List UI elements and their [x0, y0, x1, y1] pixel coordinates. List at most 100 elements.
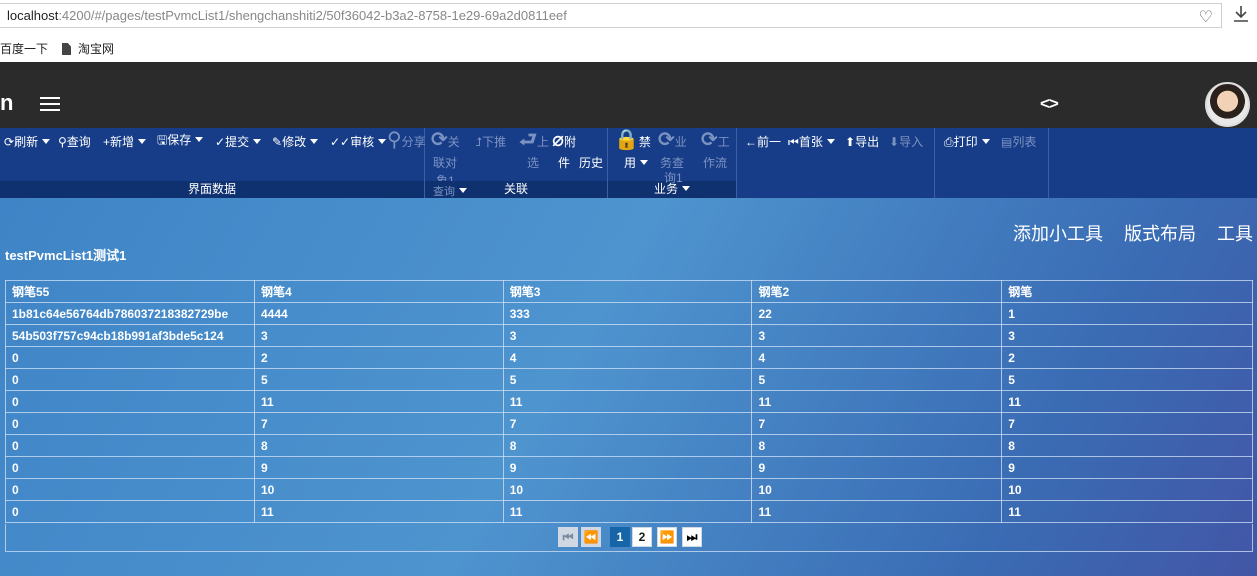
table-cell: 0: [5, 478, 255, 501]
table-cell: 11: [253, 500, 504, 523]
select-up-button[interactable]: ⮐上: [519, 130, 549, 152]
last-page-icon[interactable]: ⏭: [682, 527, 702, 547]
related-query-label-4: 查询: [433, 186, 467, 198]
select-up-label: 选: [527, 156, 540, 170]
disable-label: 用: [624, 153, 649, 173]
refresh-icon: ⟳: [431, 129, 448, 151]
table-cell: 11: [1001, 500, 1253, 523]
table-cell: 1: [1001, 302, 1253, 325]
column-header[interactable]: 钢笔2: [751, 280, 1003, 303]
review-button[interactable]: ✓✓审核: [330, 132, 387, 152]
table-cell: 0: [5, 368, 255, 391]
table-cell: 0: [5, 346, 255, 369]
table-cell: 11: [751, 390, 1003, 413]
column-header[interactable]: 钢笔3: [502, 280, 753, 303]
bookmark-taobao[interactable]: 淘宝网: [62, 40, 114, 57]
table-cell: 7: [502, 412, 753, 435]
add-widget-link[interactable]: 添加小工具: [1013, 224, 1103, 244]
push-down-button[interactable]: ⮥下推: [475, 132, 506, 152]
edit-button[interactable]: ✎修改: [272, 132, 319, 152]
print-button[interactable]: ⎙打印: [944, 132, 990, 152]
table-cell: 9: [751, 456, 1003, 479]
table-cell: 0: [5, 412, 255, 435]
table-cell: 3: [502, 324, 753, 347]
avatar[interactable]: [1205, 82, 1250, 127]
table-cell: 3: [1001, 324, 1253, 347]
workflow-button[interactable]: ⟳工: [701, 130, 730, 152]
url-text[interactable]: localhost:4200/#/pages/testPvmcList1/she…: [7, 8, 567, 23]
search-icon: ⚲: [387, 129, 402, 151]
share-button[interactable]: ⚲分享: [387, 130, 426, 152]
table-row[interactable]: 54b503f757c94cb18b991af3bde5c124 3 3 3 3: [5, 324, 1253, 347]
save-button[interactable]: 🖫保存: [157, 130, 204, 150]
bookmarks-bar: 百度一下 淘宝网: [0, 32, 1257, 62]
submit-button[interactable]: ✓提交: [215, 132, 262, 152]
history-button[interactable]: 历史: [579, 153, 603, 173]
add-button[interactable]: +新增: [103, 132, 147, 152]
table-cell: 10: [502, 478, 753, 501]
related-query-button[interactable]: ⟳关: [431, 130, 460, 152]
table-row[interactable]: 1b81c64e56764db786037218382729be 4444 333 2…: [5, 302, 1253, 325]
table-cell: 10: [1001, 478, 1253, 501]
first-page-icon[interactable]: ⏮: [558, 527, 578, 547]
list-button[interactable]: ▤列表: [1001, 132, 1036, 152]
table-cell: 0: [5, 456, 255, 479]
page-2-button[interactable]: 2: [632, 527, 652, 547]
page-title: testPvmcList1测试1: [5, 248, 127, 263]
business-query-button[interactable]: ⟳业: [658, 130, 687, 152]
table-cell: 7: [751, 412, 1003, 435]
table-cell: 3: [253, 324, 504, 347]
column-header[interactable]: 钢笔: [1001, 280, 1253, 303]
disable-button[interactable]: 🔒禁: [614, 130, 651, 152]
browser-address-row: localhost:4200/#/pages/testPvmcList1/she…: [0, 0, 1257, 32]
table-cell: 11: [502, 500, 753, 523]
table-row[interactable]: 05555: [5, 368, 1253, 391]
table-cell: 4: [502, 346, 753, 369]
table-cell: 0: [5, 390, 255, 413]
table-cell: 7: [1001, 412, 1253, 435]
table-cell: 3: [751, 324, 1003, 347]
layout-link[interactable]: 版式布局: [1124, 224, 1196, 244]
ribbon-group-print: ⎙打印 ▤列表: [935, 128, 1049, 198]
attachment-button[interactable]: ⌀附: [552, 130, 576, 152]
download-icon[interactable]: [1233, 5, 1249, 23]
import-button[interactable]: ⬇导入: [889, 132, 923, 152]
export-button[interactable]: ⬆导出: [845, 132, 879, 152]
favorite-heart-icon[interactable]: ♡: [1199, 7, 1213, 27]
column-header[interactable]: 钢笔55: [5, 280, 255, 303]
tools-link[interactable]: 工具: [1217, 224, 1253, 244]
previous-page-icon[interactable]: ⏪: [581, 527, 601, 547]
refresh-icon: ⟳: [658, 129, 675, 151]
column-header[interactable]: 钢笔4: [253, 280, 504, 303]
bookmark-baidu[interactable]: 百度一下: [0, 40, 48, 57]
query-button[interactable]: ⚲查询: [58, 132, 91, 152]
previous-button[interactable]: ←前一: [745, 132, 781, 152]
lock-icon: 🔒: [614, 129, 639, 151]
table-cell: 5: [1001, 368, 1253, 391]
table-row[interactable]: 07777: [5, 412, 1253, 435]
bookmark-taobao-label: 淘宝网: [78, 42, 115, 56]
table-cell: 7: [253, 412, 504, 435]
table-row[interactable]: 0 11 11 11 11: [5, 500, 1253, 523]
table-cell: 2: [253, 346, 504, 369]
next-page-icon[interactable]: ⏩: [657, 527, 677, 547]
table-row[interactable]: 08888: [5, 434, 1253, 457]
page-content: 添加小工具 版式布局 工具 testPvmcList1测试1 钢笔55 钢笔4 …: [0, 198, 1257, 576]
code-icon[interactable]: <>: [1040, 94, 1059, 114]
table-row[interactable]: 09999: [5, 456, 1253, 479]
table-row[interactable]: 0 11 11 11 11: [5, 390, 1253, 413]
pagination-row: ⏮ ⏪ 1 2 ⏩ ⏭: [5, 524, 1253, 552]
address-bar[interactable]: localhost:4200/#/pages/testPvmcList1/she…: [0, 3, 1222, 28]
table-cell: 1b81c64e56764db786037218382729be: [5, 302, 255, 325]
brand-logo[interactable]: n: [0, 90, 13, 116]
table-cell: 5: [253, 368, 504, 391]
refresh-button[interactable]: ⟳刷新: [4, 132, 51, 152]
table-row[interactable]: 0 10 10 10 10: [5, 478, 1253, 501]
table-cell: 8: [502, 434, 753, 457]
related-query-label-2: 联对: [433, 156, 458, 170]
app-header: n <>: [0, 62, 1257, 128]
table-row[interactable]: 02442: [5, 346, 1253, 369]
first-button[interactable]: ⏮首张: [788, 132, 835, 152]
page-1-button[interactable]: 1: [610, 527, 630, 547]
hamburger-menu-icon[interactable]: [40, 97, 60, 111]
